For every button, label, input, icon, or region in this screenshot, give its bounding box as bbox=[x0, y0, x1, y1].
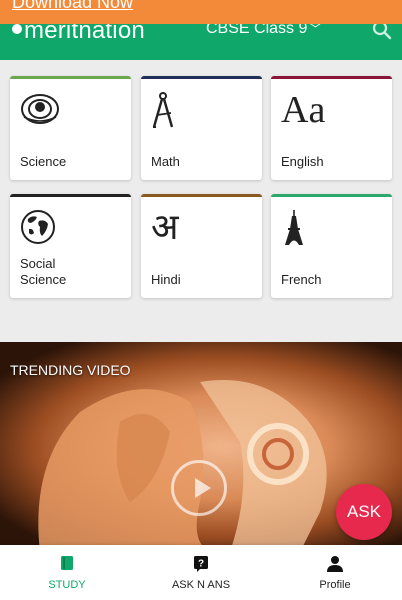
nav-item-ask-n-ans[interactable]: ? ASK N ANS bbox=[134, 555, 268, 591]
download-now-link[interactable]: Download Now bbox=[12, 0, 133, 13]
subject-label: Math bbox=[151, 154, 180, 169]
person-icon bbox=[268, 555, 402, 573]
aa-letters-icon: Aa bbox=[281, 89, 326, 131]
play-icon[interactable] bbox=[171, 460, 227, 516]
ask-button[interactable]: ASK bbox=[336, 484, 392, 540]
subject-label-line: Social Science bbox=[20, 256, 67, 287]
hindi-letter-icon: अ bbox=[151, 207, 179, 248]
subject-card-math[interactable]: Math bbox=[141, 76, 262, 180]
subject-label: Social Science bbox=[20, 256, 120, 288]
chevron-down-icon: ﹀ bbox=[309, 22, 322, 36]
bottom-nav: STUDY ? ASK N ANS Profile bbox=[0, 545, 402, 600]
nav-label: Profile bbox=[319, 579, 351, 591]
trending-video-title: TRENDING VIDEO bbox=[10, 362, 131, 378]
nav-label: STUDY bbox=[48, 579, 86, 591]
nav-item-profile[interactable]: Profile bbox=[268, 555, 402, 591]
logo-mark-icon bbox=[12, 24, 22, 34]
nav-item-study[interactable]: STUDY bbox=[0, 555, 134, 591]
subject-card-french[interactable]: French bbox=[271, 194, 392, 298]
subject-label: Science bbox=[20, 154, 67, 169]
subject-label: Hindi bbox=[151, 272, 181, 287]
subject-card-hindi[interactable]: अ Hindi bbox=[141, 194, 262, 298]
subject-label: French bbox=[281, 272, 322, 287]
subject-card-science[interactable]: Science bbox=[10, 76, 131, 180]
question-icon: ? bbox=[134, 555, 268, 573]
svg-text:?: ? bbox=[198, 559, 204, 570]
subject-card-english[interactable]: Aa English bbox=[271, 76, 392, 180]
eiffel-tower-icon bbox=[281, 209, 307, 252]
globe-icon bbox=[20, 209, 56, 250]
app-header: Download Now meritnation CBSE Class 9 ﹀ bbox=[0, 0, 402, 60]
subject-label: English bbox=[281, 154, 324, 169]
atom-icon bbox=[20, 91, 60, 132]
compass-icon bbox=[151, 91, 181, 136]
nav-label: ASK N ANS bbox=[171, 579, 231, 591]
download-banner[interactable]: Download Now bbox=[0, 0, 402, 24]
book-icon bbox=[0, 555, 134, 573]
subject-card-social-science[interactable]: Social Science bbox=[10, 194, 131, 298]
